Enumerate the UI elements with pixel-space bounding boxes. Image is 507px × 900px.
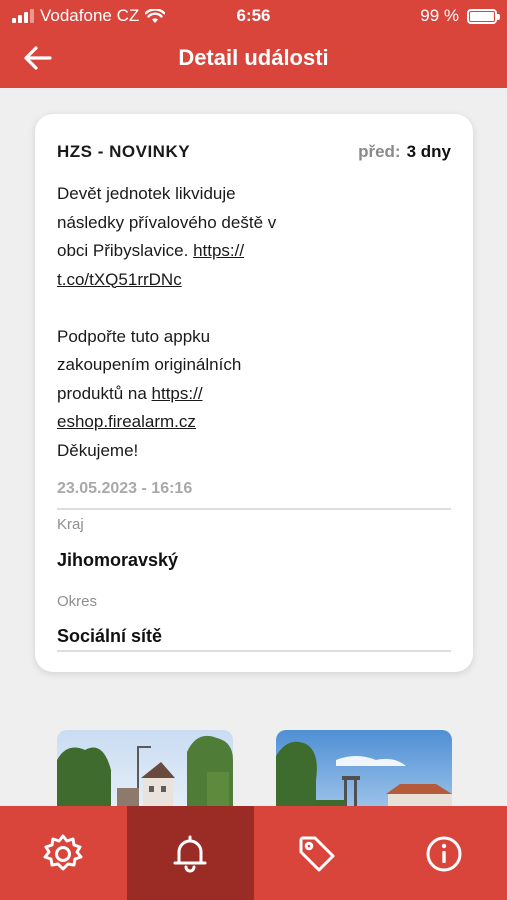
bell-icon <box>173 835 207 873</box>
message-line: Podpořte tuto appku <box>57 326 211 346</box>
event-age-label: před: <box>358 142 401 161</box>
message-line: Devět jednotek likviduje <box>57 184 236 203</box>
message-line: obci Přibyslavice. https:// <box>57 237 317 266</box>
message-line: zakoupením originálních <box>57 355 242 374</box>
card-header: HZS - NOVINKY před: 3 dny <box>57 142 451 166</box>
info-icon <box>426 836 462 872</box>
divider <box>57 508 451 510</box>
tag-icon <box>299 836 335 872</box>
message-text: produktů na <box>57 383 147 403</box>
message-line: produktů na https:// <box>57 380 317 409</box>
region-value: Jihomoravský <box>57 550 179 570</box>
settings-gear-icon <box>43 834 83 871</box>
eshop-link-continued[interactable]: eshop.firealarm.cz <box>57 412 196 431</box>
tab-tags[interactable] <box>254 806 381 900</box>
event-age-value: 3 dny <box>406 142 451 161</box>
status-bar: Vodafone CZ 6:56 99 % <box>0 0 507 32</box>
event-datetime: 23.05.2023 - 16:16 <box>57 480 193 497</box>
message-text: obci Přibyslavice. <box>57 241 189 260</box>
event-message: Devět jednotek likviduje následky příval… <box>57 180 317 465</box>
eshop-link[interactable]: https:// <box>152 384 203 403</box>
status-right: 99 % <box>420 6 500 26</box>
tweet-link[interactable]: https:// <box>193 241 244 260</box>
battery-icon <box>467 8 500 24</box>
app-header: Vodafone CZ 6:56 99 % Detail události <box>0 0 507 88</box>
tab-notifications[interactable] <box>126 806 254 900</box>
region-label: Kraj <box>57 516 84 533</box>
message-line: t.co/tXQ51rrDNc <box>57 266 317 295</box>
divider <box>57 650 451 652</box>
event-detail-card: HZS - NOVINKY před: 3 dny Devět jednotek … <box>35 114 473 672</box>
district-value: Sociální sítě <box>57 626 163 646</box>
message-line: eshop.firealarm.cz <box>57 408 317 437</box>
tab-settings[interactable] <box>0 806 127 900</box>
battery-percent: 99 % <box>420 6 459 25</box>
tab-info[interactable] <box>380 806 507 900</box>
page-title: Detail události <box>178 45 329 70</box>
bottom-tab-bar <box>0 806 507 900</box>
message-line: následky přívalového deště v <box>57 212 277 232</box>
message-line: Děkujeme! <box>57 440 139 460</box>
navigation-bar: Detail události <box>0 32 507 88</box>
district-label: Okres <box>57 593 98 610</box>
tweet-link-continued[interactable]: t.co/tXQ51rrDNc <box>57 270 182 289</box>
event-source: HZS - NOVINKY <box>57 142 191 161</box>
event-age: před: 3 dny <box>358 142 451 162</box>
